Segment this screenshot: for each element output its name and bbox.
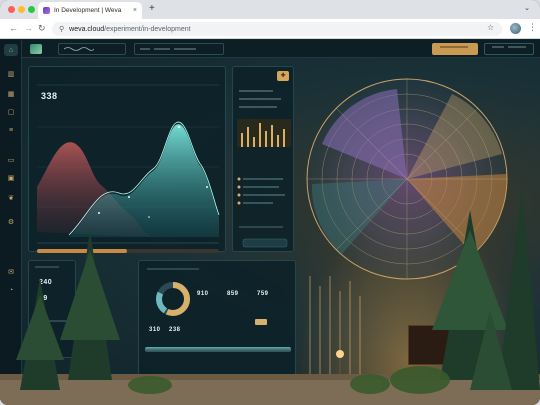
scribble-text xyxy=(63,47,95,51)
dashboard-sidebar: ⌂ ▥ ▦ ▢ ≡ ▭ ▣ ❦ ⚙ ✉ ◔ xyxy=(0,40,22,405)
chart-icon[interactable]: ▥ xyxy=(4,68,18,80)
leaf-icon[interactable]: ❦ xyxy=(4,192,18,204)
url-host: weva.cloud xyxy=(69,25,105,33)
scribble-text xyxy=(492,46,526,48)
top-secondary-button[interactable] xyxy=(484,43,534,55)
metrics-action-button xyxy=(242,238,288,248)
donut-value-2: 859 xyxy=(227,291,239,297)
maximize-window-button[interactable] xyxy=(28,6,35,13)
home-icon[interactable]: ⌂ xyxy=(4,44,18,56)
browser-toolbar: ← → ↻ ⚲ weva.cloud/experiment/in-develop… xyxy=(0,19,540,39)
settings-icon[interactable]: ⚙ xyxy=(4,216,18,228)
donut-graphic xyxy=(145,268,291,352)
scribble-text xyxy=(440,46,468,48)
tab-title: In Development | Weva xyxy=(54,7,122,14)
tab-close-icon[interactable]: × xyxy=(133,7,137,14)
profile-avatar[interactable] xyxy=(510,23,521,34)
donut-value-1: 910 xyxy=(197,291,209,297)
site-info-icon[interactable]: ⚲ xyxy=(59,25,64,33)
new-tab-button[interactable]: + xyxy=(149,3,155,14)
donut-panel: 910 859 759 310 238 xyxy=(138,260,296,378)
top-search-field[interactable] xyxy=(58,43,126,55)
top-action-button[interactable] xyxy=(432,43,478,55)
bookmark-star-icon[interactable]: ☆ xyxy=(487,23,494,32)
donut-value-4: 310 xyxy=(149,327,161,333)
stats-scribble xyxy=(35,266,69,322)
stats-panel: 240 89 xyxy=(28,260,76,358)
browser-window: In Development | Weva × + ⌄ ← → ↻ ⚲ weva… xyxy=(0,0,540,405)
url-text: weva.cloud/experiment/in-development xyxy=(69,26,190,33)
address-bar[interactable]: ⚲ weva.cloud/experiment/in-development xyxy=(52,22,502,36)
reload-button[interactable]: ↻ xyxy=(38,23,46,34)
radial-chart xyxy=(306,78,508,280)
minimize-window-button[interactable] xyxy=(18,6,25,13)
dashboard-logo xyxy=(30,44,42,54)
wave-chart-panel: 338 xyxy=(28,66,226,253)
metrics-side-panel: ✚ xyxy=(232,66,294,252)
grid-icon[interactable]: ▦ xyxy=(4,88,18,100)
wallet-icon[interactable]: ▣ xyxy=(4,172,18,184)
layers-icon[interactable]: ≡ xyxy=(4,124,18,136)
cabin-building xyxy=(408,325,468,365)
back-button[interactable]: ← xyxy=(9,23,18,34)
weva-favicon-icon xyxy=(43,7,50,14)
light-beams xyxy=(309,276,361,384)
folder-icon[interactable]: ▭ xyxy=(4,154,18,166)
dashboard-topbar xyxy=(22,40,540,58)
metrics-bars xyxy=(237,90,291,248)
donut-value-3: 759 xyxy=(257,291,269,297)
wave-chart xyxy=(37,84,220,253)
box-icon[interactable]: ▢ xyxy=(4,106,18,118)
close-window-button[interactable] xyxy=(8,6,15,13)
tab-search-icon[interactable]: ⌄ xyxy=(524,4,530,12)
donut-value-5: 238 xyxy=(169,327,181,333)
scribble-text xyxy=(140,48,196,50)
browser-menu-icon[interactable]: ⋮ xyxy=(528,22,537,33)
top-filter-field[interactable] xyxy=(134,43,224,55)
page-artwork: ⌂ ▥ ▦ ▢ ≡ ▭ ▣ ❦ ⚙ ✉ ◔ 338 ✚ 240 89 910 8… xyxy=(0,40,540,405)
url-path: /experiment/in-development xyxy=(104,25,191,33)
bell-icon[interactable]: ◔ xyxy=(4,284,18,296)
mail-icon[interactable]: ✉ xyxy=(4,266,18,278)
forward-button[interactable]: → xyxy=(24,23,33,34)
active-tab[interactable]: In Development | Weva × xyxy=(38,2,142,19)
tab-strip: In Development | Weva × + ⌄ xyxy=(0,0,540,19)
